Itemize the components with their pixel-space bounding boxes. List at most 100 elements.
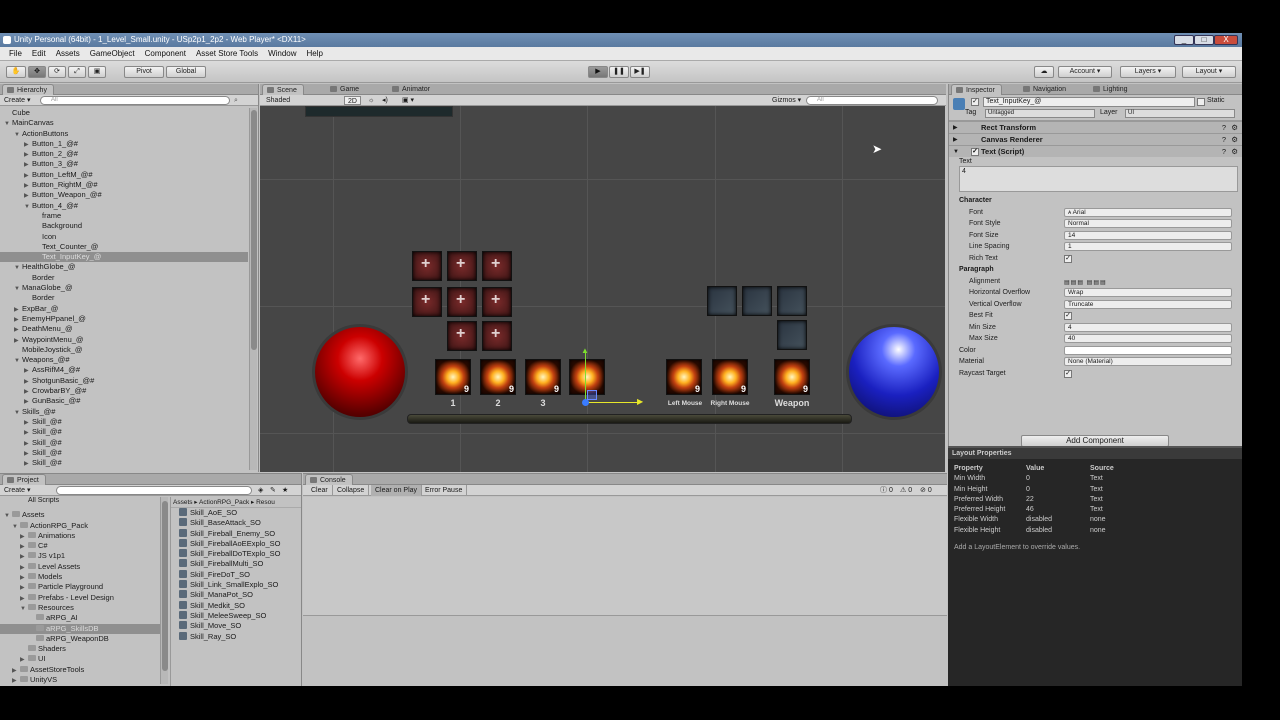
hierarchy-item[interactable]: ▶ EnemyHPpanel_@ [0,314,248,324]
menu-edit[interactable]: Edit [27,47,51,60]
project-folder-item[interactable]: ▶ Particle Playground [0,582,165,592]
search-icon[interactable]: ⌕ [234,95,238,106]
asset-file-item[interactable]: Skill_Move_SO [179,621,301,631]
close-button[interactable]: X [1214,35,1238,45]
arrow-right-icon[interactable]: ▶ [637,397,643,406]
hierarchy-item[interactable]: ▶ GunBasic_@# [0,396,248,406]
console-log-area[interactable] [303,497,947,615]
cloud-icon[interactable]: ☁ [1034,66,1054,78]
project-folder-item[interactable]: ▶ UI [0,654,165,664]
arrow-up-icon[interactable]: ▲ [581,346,589,355]
canvas-renderer-header[interactable]: ▶ Canvas Renderer? ⚙ [949,133,1242,145]
hierarchy-item[interactable]: ▶ AssRifM4_@# [0,365,248,375]
line-spacing-field[interactable]: 1 [1064,242,1232,251]
h-overflow-dropdown[interactable]: Wrap [1064,288,1232,297]
hierarchy-item[interactable]: Cube [0,108,248,118]
hierarchy-item[interactable]: ▼ ManaGlobe_@ [0,283,248,293]
project-folder-item[interactable]: ▶ Models [0,572,165,582]
hierarchy-item[interactable]: ▶ DeathMenu_@ [0,324,248,334]
project-folder-item[interactable]: ▶ AssetStoreTools [0,665,165,675]
hierarchy-item[interactable]: Icon [0,232,248,242]
project-folder-item[interactable]: aRPG_WeaponDB [0,634,165,644]
pivot-handle[interactable] [582,399,589,406]
tab-project[interactable]: Project [2,474,46,485]
hierarchy-item[interactable]: ▶ Button_2_@# [0,149,248,159]
project-folder-item[interactable]: ▶ C# [0,541,165,551]
gizmos-dropdown[interactable]: Gizmos ▾ [772,95,801,106]
layer-dropdown[interactable]: UI [1125,109,1235,118]
hierarchy-item[interactable]: ▼ HealthGlobe_@ [0,262,248,272]
hierarchy-item[interactable]: ▶ Button_RightM_@# [0,180,248,190]
tab-navigation[interactable]: Navigation [1019,84,1072,95]
expand-arrow-icon[interactable]: ▶ [24,459,32,469]
asset-file-item[interactable]: Skill_Medkit_SO [179,600,301,611]
hierarchy-item[interactable]: ▶ CrowbarBY_@# [0,386,248,396]
hierarchy-item[interactable]: ▶ Skill_@# [0,448,248,458]
menu-help[interactable]: Help [302,47,328,60]
font-field[interactable]: ᴀ Arial [1064,207,1232,217]
hierarchy-item[interactable]: ▼ Weapons_@# [0,355,248,365]
move-gizmo-plane[interactable] [587,390,597,400]
effects-toggle-icon[interactable]: ▣ ▾ [402,95,414,106]
rect-tool-icon[interactable]: ▣ [88,66,106,78]
warning-count-toggle[interactable]: ⚠ 0 [900,485,912,496]
hierarchy-item[interactable]: ▶ Button_3_@# [0,159,248,169]
project-folder-item[interactable]: ▼ Resources [0,603,165,613]
add-component-button[interactable]: Add Component [1021,435,1169,446]
lighting-toggle-icon[interactable]: ☼ [368,95,374,106]
asset-file-item[interactable]: Skill_Fireball_Enemy_SO [179,528,301,539]
asset-file-item[interactable]: Skill_Link_SmallExplo_SO [179,580,301,590]
project-folder-item[interactable]: ▶ Level Assets [0,562,165,572]
hierarchy-item[interactable]: ▶ Skill_@# [0,427,248,437]
tab-game[interactable]: Game [326,84,365,95]
project-folder-item[interactable]: ▶ UnityVS [0,675,165,685]
console-clear-on-play-button[interactable]: Clear on Play [371,485,423,496]
asset-file-item[interactable]: Skill_MeleeSweep_SO [179,610,301,621]
project-folder-item[interactable]: ▶ JS v1p1 [0,551,165,561]
pause-icon[interactable]: ❚❚ [609,66,629,78]
hierarchy-scroll-thumb[interactable] [251,110,257,350]
asset-file-item[interactable]: Skill_FireballDoTExplo_SO [179,549,301,559]
project-folder-item[interactable]: ▶ Animations [0,531,165,541]
hierarchy-item[interactable]: ▶ WaypointMenu_@ [0,335,248,345]
breadcrumb[interactable]: Assets ▸ ActionRPG_Pack ▸ Resou [171,497,301,508]
rich-text-checkbox[interactable]: ✓ [1064,254,1072,263]
hierarchy-scrollbar[interactable] [249,108,257,470]
text-area[interactable]: 4 [959,166,1238,192]
asset-file-item[interactable]: Skill_FireballAoEExplo_SO [179,538,301,549]
project-folder-item[interactable]: aRPG_SkillsDB [0,623,165,634]
hierarchy-item[interactable]: ▼ Button_4_@# [0,201,248,211]
menu-file[interactable]: File [4,47,27,60]
step-icon[interactable]: ▶❚ [630,66,650,78]
hierarchy-create-button[interactable]: Create ▾ [4,95,30,106]
console-error-pause-button[interactable]: Error Pause [421,485,468,496]
project-folder-item[interactable]: ▼ Assets [0,510,165,520]
project-tree-scrollbar[interactable] [160,497,168,684]
error-count-toggle[interactable]: ⊘ 0 [920,485,932,496]
tab-hierarchy[interactable]: Hierarchy [2,84,54,95]
console-clear-button[interactable]: Clear [307,485,333,496]
project-search-input[interactable] [56,486,252,495]
scroll-thumb[interactable] [162,501,168,671]
rect-transform-header[interactable]: ▶ Rect Transform? ⚙ [949,121,1242,133]
raycast-checkbox[interactable]: ✓ [1064,369,1072,378]
tag-dropdown[interactable]: Untagged [985,109,1095,118]
asset-file-item[interactable]: Skill_FireDoT_SO [179,569,301,580]
tab-inspector[interactable]: Inspector [951,84,1002,95]
hierarchy-item[interactable]: Text_Counter_@ [0,242,248,252]
star-icon[interactable]: ★ [282,485,288,496]
menu-gameobject[interactable]: GameObject [85,47,140,60]
menu-assets[interactable]: Assets [51,47,85,60]
hierarchy-item[interactable]: ▶ Button_Weapon_@# [0,190,248,200]
hierarchy-item[interactable]: Background [0,221,248,231]
console-splitter[interactable] [303,615,947,616]
font-style-dropdown[interactable]: Normal [1064,219,1232,228]
hierarchy-item[interactable]: ▶ Skill_@# [0,438,248,448]
hierarchy-search-input[interactable]: All [40,96,230,105]
static-checkbox[interactable] [1197,98,1205,106]
audio-toggle-icon[interactable]: ◂) [382,95,388,106]
expand-arrow-icon[interactable]: ▶ [12,676,20,686]
v-overflow-dropdown[interactable]: Truncate [1064,299,1232,309]
minimize-button[interactable]: _ [1174,35,1194,45]
project-folder-item[interactable]: ▶ Prefabs - Level Design [0,593,165,603]
